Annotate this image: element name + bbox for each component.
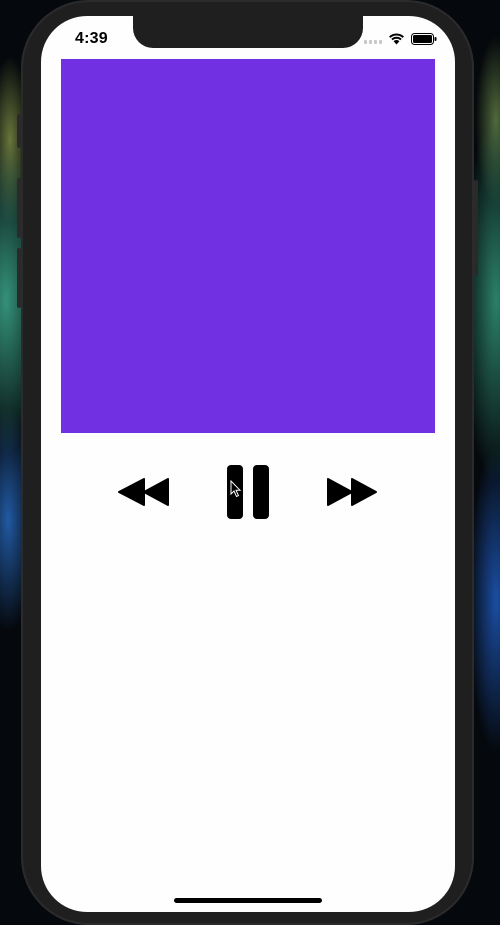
signal-icon [364,34,382,44]
mute-switch [17,114,21,148]
rewind-icon[interactable] [118,464,170,520]
playback-controls [41,464,455,520]
status-icons [364,32,437,45]
power-button [474,180,478,276]
volume-down-button [17,248,21,308]
volume-up-button [17,178,21,238]
home-indicator[interactable] [174,898,322,903]
pause-icon[interactable] [226,464,270,520]
album-artwork [61,59,435,433]
wifi-icon [389,33,404,45]
phone-screen: 4:39 [41,16,455,912]
status-time: 4:39 [75,30,108,47]
fast-forward-icon[interactable] [326,464,378,520]
notch [133,16,363,48]
desktop-background: 4:39 [0,0,500,925]
battery-icon [411,32,437,45]
